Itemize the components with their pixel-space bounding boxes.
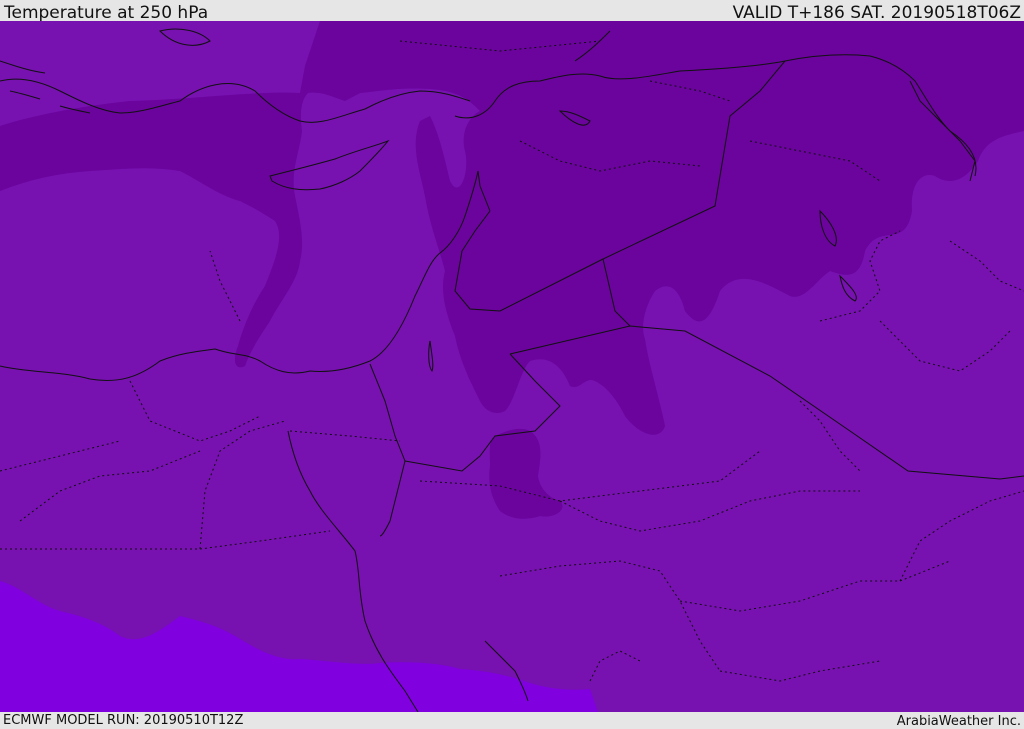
header-bar: Temperature at 250 hPa VALID T+186 SAT. … <box>0 0 1024 23</box>
footer-bar: ECMWF MODEL RUN: 20190510T12Z ArabiaWeat… <box>0 712 1024 729</box>
temperature-map <box>0 21 1024 712</box>
valid-time: VALID T+186 SAT. 20190518T06Z <box>732 3 1021 23</box>
model-run-label: ECMWF MODEL RUN: 20190510T12Z <box>3 713 244 728</box>
map-panel[interactable] <box>0 21 1024 712</box>
credit-label: ArabiaWeather Inc. <box>896 714 1021 729</box>
map-title: Temperature at 250 hPa <box>4 3 209 23</box>
